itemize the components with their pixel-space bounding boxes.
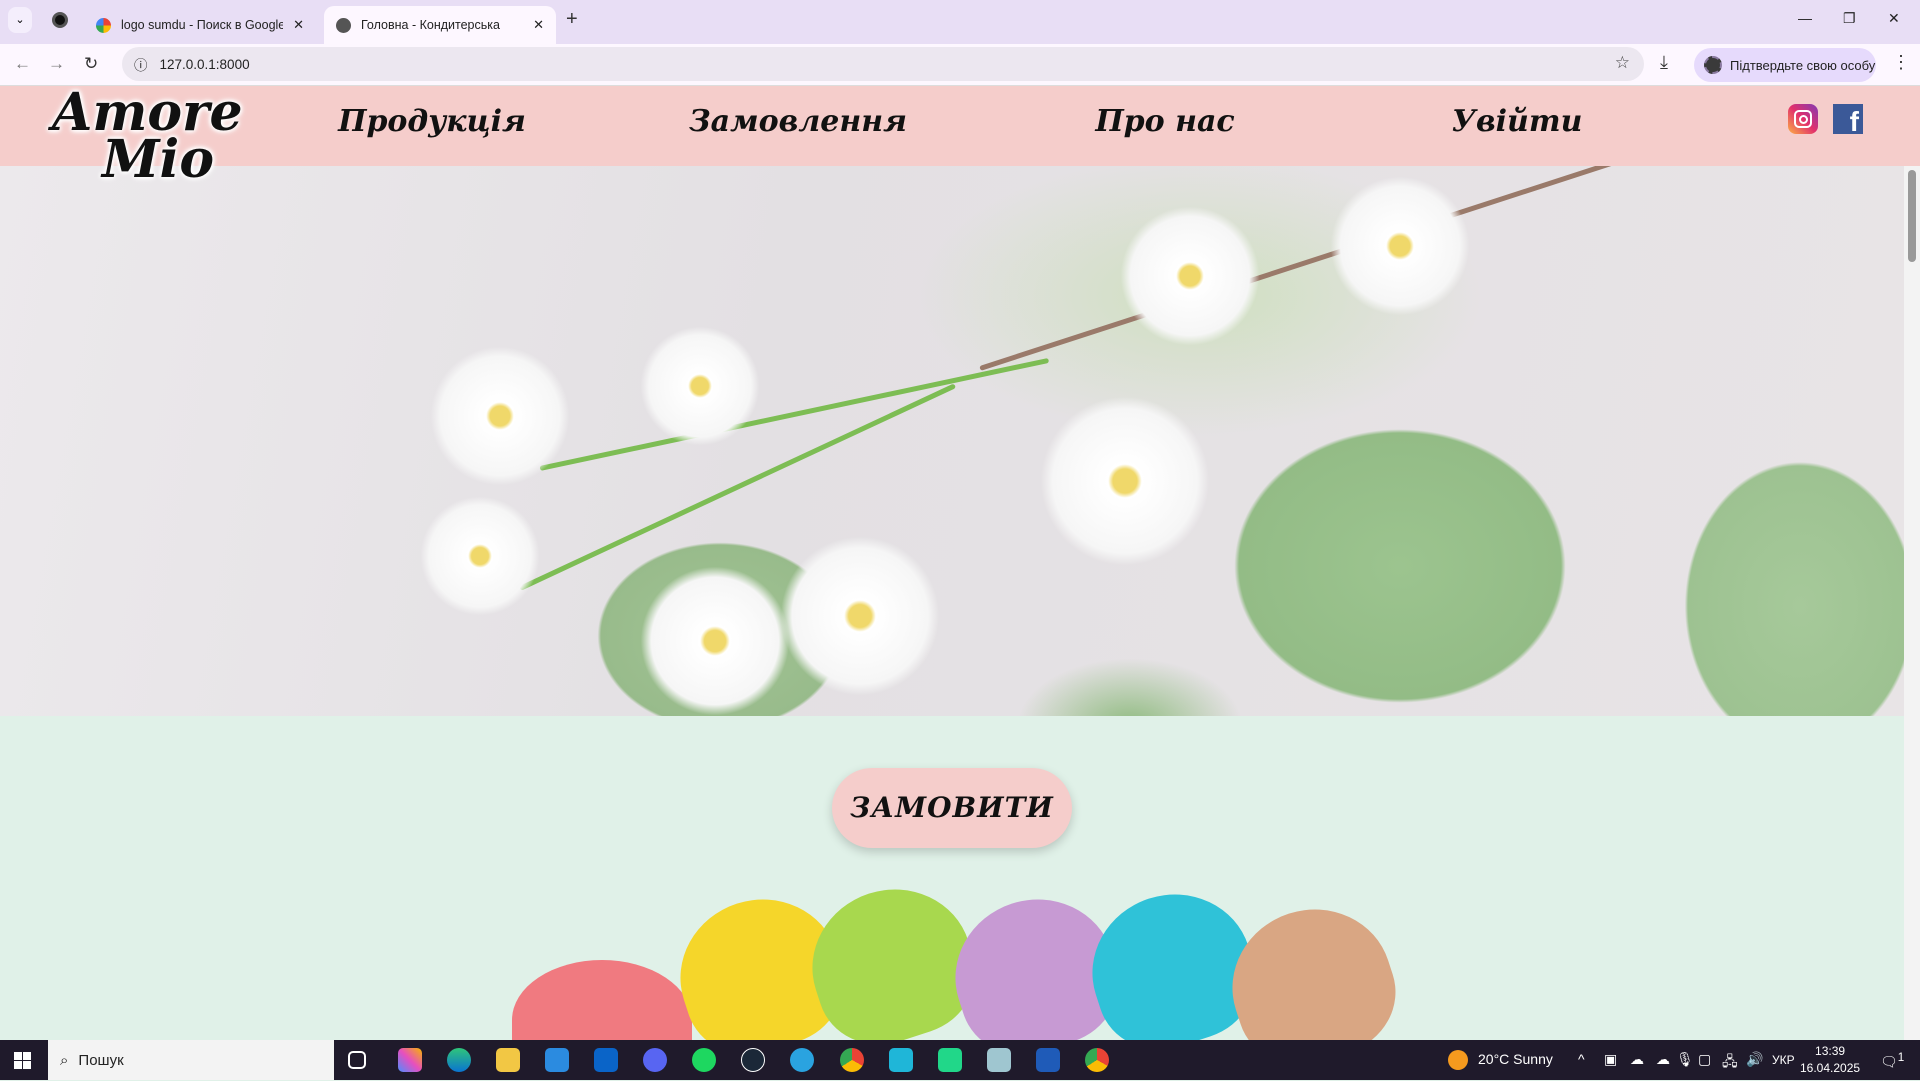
notepad-icon[interactable]	[987, 1048, 1011, 1072]
camera-icon[interactable]: ▣	[1604, 1051, 1617, 1068]
cherry-blossom	[420, 496, 540, 616]
language-indicator[interactable]: УКР	[1772, 1053, 1795, 1067]
tray-chevron-icon[interactable]: ^	[1578, 1051, 1585, 1067]
globe-icon	[336, 17, 351, 33]
branch	[539, 357, 1050, 471]
windows-start-icon[interactable]	[14, 1052, 31, 1069]
url-input[interactable]: ⓘ 127.0.0.1:8000 ☆	[122, 47, 1644, 81]
close-tab-icon[interactable]: ✕	[533, 17, 544, 33]
site-logo[interactable]: Amore Mio	[52, 87, 244, 206]
nav-about[interactable]: Про нас	[1095, 104, 1234, 139]
facebook-icon[interactable]: f	[1833, 104, 1863, 134]
tab-home-confectionery[interactable]: Головна - Кондитерська ✕	[324, 6, 556, 44]
nav-products[interactable]: Продукція	[338, 104, 526, 139]
order-button[interactable]: ЗАМОВИТИ	[832, 768, 1072, 848]
site-info-icon[interactable]: ⓘ	[134, 54, 148, 74]
avatar	[1704, 56, 1722, 74]
forward-icon[interactable]: →	[48, 54, 65, 74]
weather-text[interactable]: 20°C Sunny	[1478, 1051, 1553, 1067]
url-text: 127.0.0.1:8000	[159, 56, 250, 72]
close-window-button[interactable]: ✕	[1888, 10, 1900, 27]
chrome-icon[interactable]	[840, 1048, 864, 1072]
cherry-blossom	[1040, 396, 1210, 566]
tab-list-button[interactable]: ⌄	[8, 7, 32, 33]
update-icon[interactable]: ▢	[1698, 1051, 1711, 1068]
discord-icon[interactable]	[643, 1048, 667, 1072]
profile-button[interactable]: Підтвердьте свою особу	[1694, 48, 1876, 82]
notification-count: 1	[1897, 1051, 1905, 1064]
word-icon[interactable]	[1036, 1048, 1060, 1072]
profile-label: Підтвердьте свою особу	[1730, 57, 1876, 73]
browser-tab-bar: ⌄ logo sumdu - Поиск в Google ✕ Головна …	[0, 0, 1920, 44]
tab-google-search[interactable]: logo sumdu - Поиск в Google ✕	[84, 6, 316, 44]
clock[interactable]: 13:39 16.04.2025	[1800, 1043, 1860, 1077]
microphone-icon[interactable]: 🎙	[1676, 1051, 1694, 1068]
cherry-blossom	[640, 326, 760, 446]
outlook-icon[interactable]	[594, 1048, 618, 1072]
cherry-blossom	[1330, 176, 1470, 316]
page-scrollbar[interactable]	[1904, 166, 1920, 1040]
bookmark-star-icon[interactable]: ☆	[1615, 53, 1630, 73]
instagram-icon[interactable]	[1788, 104, 1818, 134]
volume-icon[interactable]: 🔊	[1746, 1051, 1763, 1068]
search-icon: ⌕	[60, 1051, 69, 1069]
nav-login[interactable]: Увійти	[1452, 104, 1583, 139]
cherry-blossom	[1120, 206, 1260, 346]
browser-menu-icon[interactable]: ⋮	[1892, 52, 1910, 73]
back-icon[interactable]: ←	[14, 54, 31, 74]
spotify-icon[interactable]	[692, 1048, 716, 1072]
google-icon	[96, 17, 111, 33]
telegram-icon[interactable]	[790, 1048, 814, 1072]
date: 16.04.2025	[1800, 1061, 1861, 1075]
task-view-icon[interactable]	[348, 1051, 366, 1069]
copilot-icon[interactable]	[398, 1048, 422, 1072]
nav-orders[interactable]: Замовлення	[689, 104, 907, 139]
minimize-button[interactable]: —	[1798, 10, 1812, 26]
windows-taskbar: ⌕ Пошук 20°C Sunny ^ ▣ ☁ ☁ 🎙 ▢ 🖧 🔊 УКР 1…	[0, 1040, 1920, 1080]
cherry-blossom	[780, 536, 940, 696]
pycharm-icon[interactable]	[938, 1048, 962, 1072]
close-tab-icon[interactable]: ✕	[293, 17, 304, 33]
app-icon[interactable]	[889, 1048, 913, 1072]
taskbar-search[interactable]: ⌕ Пошук	[48, 1040, 334, 1080]
reload-icon[interactable]: ↻	[84, 54, 98, 74]
steam-icon[interactable]	[741, 1048, 765, 1072]
weather-icon[interactable]	[1448, 1050, 1468, 1070]
scroll-thumb[interactable]	[1908, 170, 1916, 262]
logo-line-2: Mio	[102, 128, 214, 190]
hero-image	[0, 166, 1904, 716]
chrome-active-icon[interactable]	[1085, 1048, 1109, 1072]
download-icon[interactable]: ⤓	[1660, 52, 1668, 73]
cloud-icon[interactable]: ☁	[1656, 1051, 1670, 1068]
tab-title: Головна - Кондитерська	[361, 18, 500, 32]
time: 13:39	[1815, 1044, 1846, 1058]
pinned-tab-openai[interactable]	[52, 12, 68, 28]
file-explorer-icon[interactable]	[496, 1048, 520, 1072]
site-header: Amore Mio Продукція Замовлення Про нас У…	[0, 86, 1920, 185]
cherry-blossom	[640, 566, 790, 716]
edge-icon[interactable]	[447, 1048, 471, 1072]
network-icon[interactable]: 🖧	[1722, 1051, 1738, 1075]
address-toolbar: ← → ↻ ⓘ 127.0.0.1:8000 ☆ ⤓ Підтвердьте с…	[0, 44, 1920, 86]
onedrive-icon[interactable]: ☁	[1630, 1051, 1644, 1068]
store-icon[interactable]	[545, 1048, 569, 1072]
notification-icon[interactable]: 🗨1	[1880, 1051, 1904, 1071]
restore-button[interactable]: ❐	[1843, 10, 1856, 27]
new-tab-button[interactable]: +	[566, 8, 578, 31]
search-placeholder: Пошук	[78, 1051, 124, 1069]
cherry-blossom	[430, 346, 570, 486]
tab-title: logo sumdu - Поиск в Google	[121, 18, 284, 32]
